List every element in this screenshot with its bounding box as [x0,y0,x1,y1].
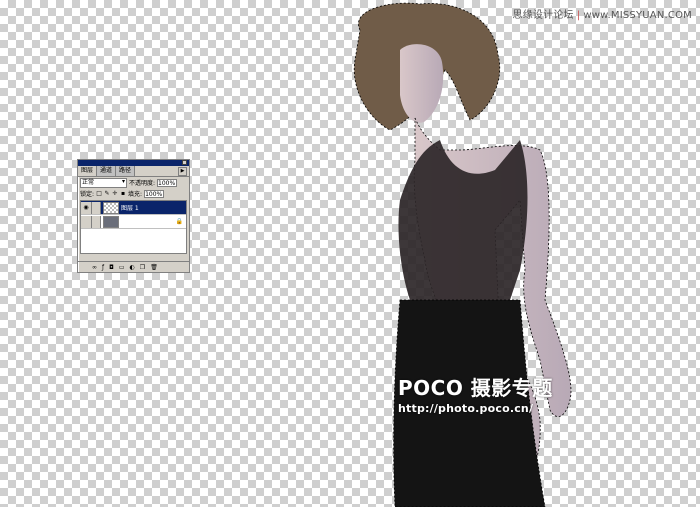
lock-transparency-icon[interactable]: □ [96,190,102,197]
palette-tabs: 图层 通道 路径 ▶ [78,166,189,177]
layers-list: ◉ 图层 1 🔒 [80,200,187,254]
layer-name: 图层 1 [121,205,139,212]
lock-all-icon[interactable]: ▪ [120,190,126,197]
mask-icon[interactable]: ◘ [109,264,114,271]
layer-lock-icon: 🔒 [175,218,183,225]
trash-icon[interactable]: 🗑 [150,264,158,271]
opacity-label: 不透明度: [129,180,156,187]
fill-input[interactable]: 100% [144,189,165,198]
lock-row: 锁定: □ ✎ ✛ ▪ 填充: 100% [78,188,189,199]
palette-menu-arrow-icon[interactable]: ▶ [178,167,187,176]
logo-brand: POCO 摄影专题 [398,376,553,400]
palette-titlebar[interactable] [78,160,189,166]
tab-layers[interactable]: 图层 [78,166,98,176]
poco-logo: POCO 摄影专题 http://photo.poco.cn/ [398,372,553,415]
lock-position-icon[interactable]: ✛ [112,190,118,197]
brush-icon[interactable] [92,201,101,214]
eye-icon[interactable]: ◉ [81,201,92,214]
brush-icon[interactable] [92,215,101,228]
palette-bottom-bar: ∞ ƒ ◘ ▭ ◐ ❐ 🗑 [78,261,189,272]
tab-channels[interactable]: 通道 [97,166,117,176]
blend-mode-select[interactable]: 正常 [80,177,127,188]
fill-label: 填充: [128,191,143,198]
layer-thumbnail [103,201,119,214]
new-set-icon[interactable]: ▭ [119,264,125,271]
model-cutout-image [353,2,572,507]
opacity-input[interactable]: 100% [157,178,178,187]
link-icon[interactable]: ∞ [92,264,97,271]
lock-pixels-icon[interactable]: ✎ [104,190,110,197]
layer-row-layer1[interactable]: ◉ 图层 1 [81,201,186,215]
layers-palette[interactable]: 图层 通道 路径 ▶ 正常 不透明度: 100% 锁定: □ ✎ ✛ ▪ 填充:… [77,159,190,273]
model-face [400,44,444,123]
new-layer-icon[interactable]: ❐ [140,264,145,271]
palette-close-icon[interactable] [182,160,187,165]
lock-label: 锁定: [80,191,95,198]
eye-icon-hidden[interactable] [81,215,92,228]
tab-paths[interactable]: 路径 [116,166,136,176]
layer-row-background[interactable]: 🔒 [81,215,186,229]
logo-url: http://photo.poco.cn/ [398,402,534,415]
layer-thumbnail [103,215,119,228]
blend-row: 正常 不透明度: 100% [78,177,189,188]
layer-style-icon[interactable]: ƒ [102,264,104,271]
watermark-site-url: www.MISSYUAN.COM [583,10,692,21]
adjustment-icon[interactable]: ◐ [130,264,135,271]
